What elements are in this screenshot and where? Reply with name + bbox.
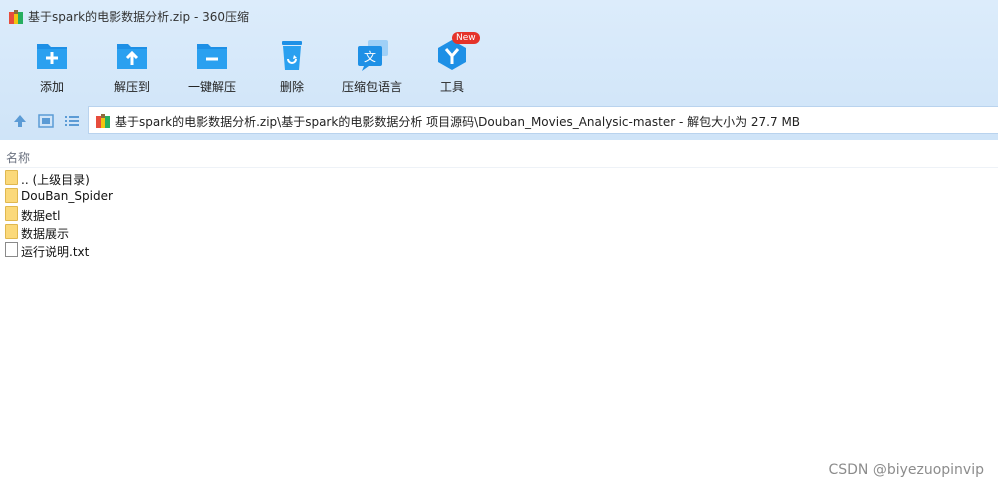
add-button[interactable]: 添加 bbox=[12, 38, 92, 100]
folder-icon bbox=[5, 224, 18, 239]
archive-icon bbox=[96, 114, 110, 128]
add-label: 添加 bbox=[39, 80, 64, 94]
recycle-bin-icon bbox=[282, 41, 302, 70]
file-name: DouBan_Spider bbox=[21, 189, 113, 203]
file-name: .. (上级目录) bbox=[21, 173, 90, 187]
new-badge: New bbox=[452, 32, 480, 44]
archive-language-label: 压缩包语言 bbox=[341, 80, 402, 94]
file-name: 运行说明.txt bbox=[21, 245, 90, 259]
add-folder-icon bbox=[37, 44, 67, 69]
view-list-icon[interactable] bbox=[64, 114, 80, 128]
list-item-data-display[interactable]: 数据展示 bbox=[0, 223, 998, 241]
list-item-parent-folder[interactable]: .. (上级目录) bbox=[0, 169, 998, 187]
window-title: 基于spark的电影数据分析.zip - 360压缩 bbox=[28, 10, 250, 24]
svg-text:文: 文 bbox=[364, 49, 376, 64]
address-field[interactable]: 基于spark的电影数据分析.zip\基于spark的电影数据分析 项目源码\D… bbox=[88, 106, 998, 134]
title-bar: 基于spark的电影数据分析.zip - 360压缩 bbox=[0, 0, 998, 32]
extract-to-label: 解压到 bbox=[113, 80, 150, 94]
tools-label: 工具 bbox=[439, 80, 464, 94]
tools-button[interactable]: New 工具 bbox=[412, 32, 492, 100]
language-icon: 文 bbox=[358, 40, 388, 71]
folder-icon bbox=[5, 170, 18, 185]
archive-language-button[interactable]: 文 压缩包语言 bbox=[332, 38, 412, 100]
file-name: 数据etl bbox=[21, 209, 61, 223]
delete-button[interactable]: 删除 bbox=[252, 38, 332, 100]
column-name-header[interactable]: 名称 bbox=[6, 149, 30, 166]
extract-to-button[interactable]: 解压到 bbox=[92, 38, 172, 100]
up-arrow-icon[interactable] bbox=[12, 114, 28, 128]
one-click-extract-button[interactable]: 一键解压 bbox=[172, 38, 252, 100]
extract-to-icon bbox=[117, 44, 147, 69]
text-file-icon bbox=[5, 242, 18, 257]
one-click-extract-icon bbox=[197, 44, 227, 69]
folder-icon bbox=[5, 188, 18, 203]
file-list: .. (上级目录) DouBan_Spider 数据etl 数据展示 运行说明.… bbox=[0, 169, 998, 259]
list-item-data-etl[interactable]: 数据etl bbox=[0, 205, 998, 223]
file-name: 数据展示 bbox=[21, 227, 70, 241]
delete-label: 删除 bbox=[279, 80, 304, 94]
watermark: CSDN @biyezuopinvip bbox=[828, 462, 984, 478]
list-item-readme-txt[interactable]: 运行说明.txt bbox=[0, 241, 998, 259]
folder-icon bbox=[5, 206, 18, 221]
view-thumbnail-icon[interactable] bbox=[38, 114, 54, 128]
list-item-douban-spider[interactable]: DouBan_Spider bbox=[0, 187, 998, 205]
column-header: 名称 bbox=[0, 145, 998, 168]
archive-icon bbox=[9, 10, 23, 24]
one-click-extract-label: 一键解压 bbox=[187, 80, 236, 94]
address-path: 基于spark的电影数据分析.zip\基于spark的电影数据分析 项目源码\D… bbox=[115, 115, 801, 129]
